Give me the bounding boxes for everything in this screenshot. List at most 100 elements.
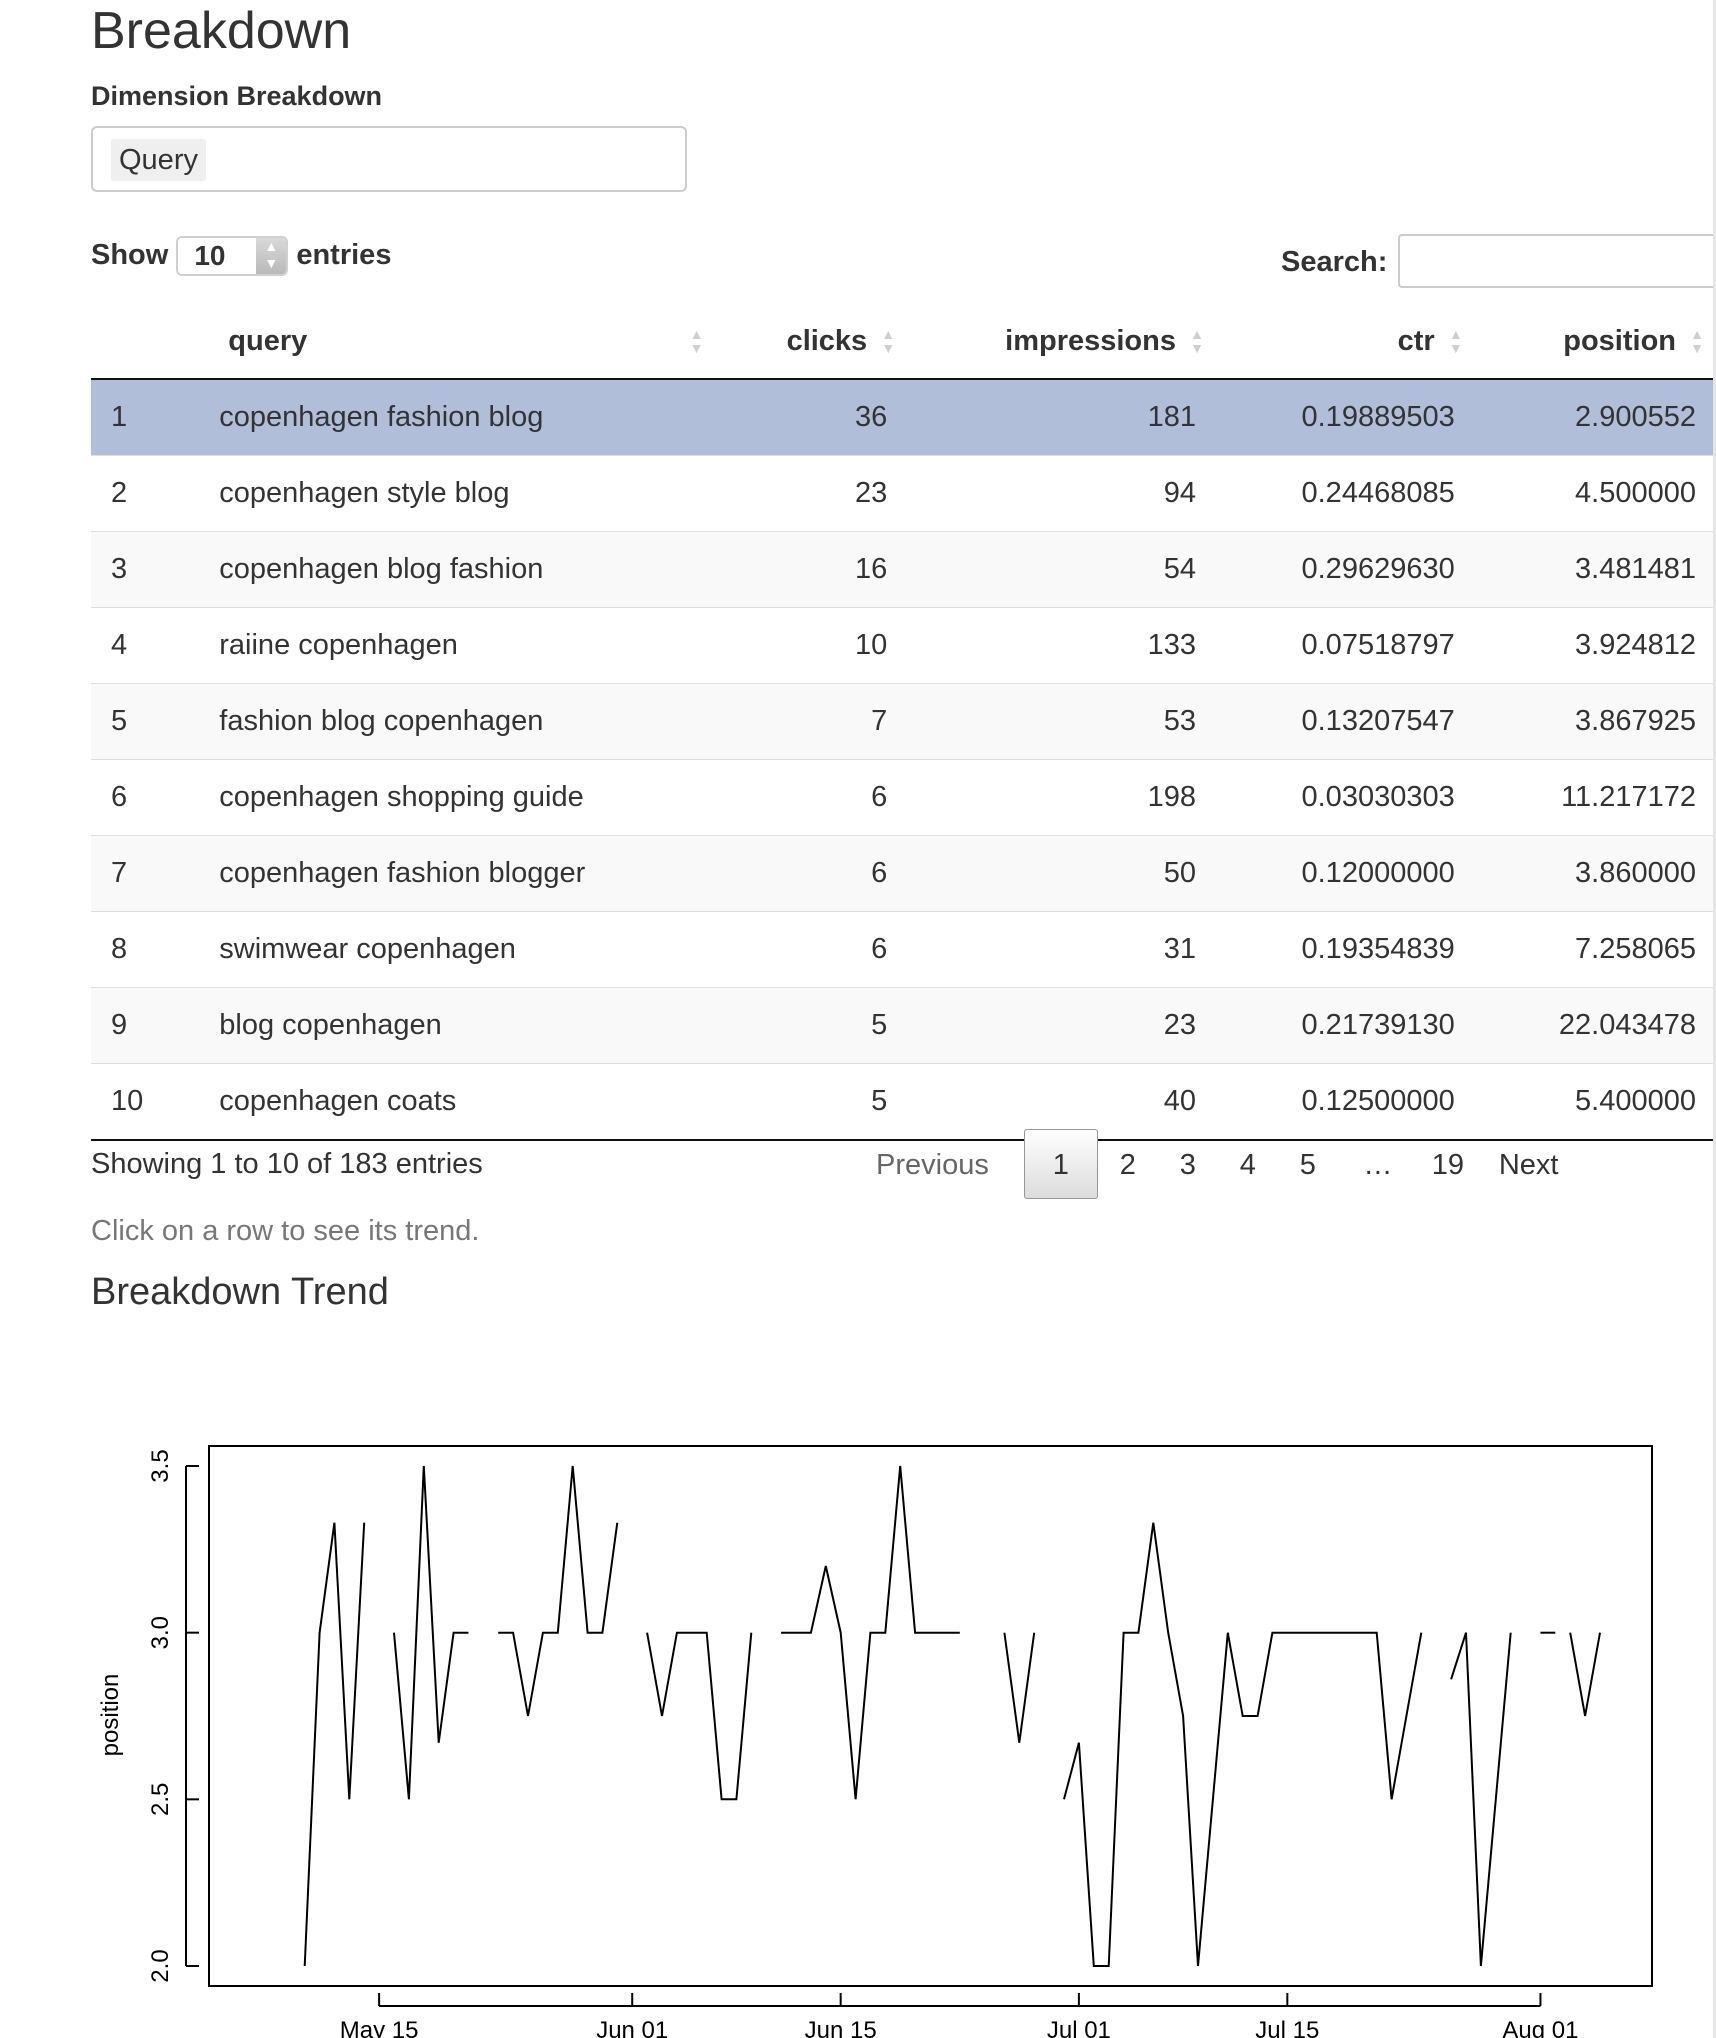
y-axis-label: position bbox=[97, 1674, 124, 1757]
row-index-cell: 7 bbox=[91, 835, 220, 912]
next-page-button[interactable]: Next bbox=[1478, 1129, 1580, 1199]
page-button-19[interactable]: 19 bbox=[1418, 1129, 1478, 1199]
column-header-position[interactable]: position ▲ ▼ bbox=[1474, 305, 1716, 380]
dimension-selected-chip[interactable]: Query bbox=[111, 139, 206, 181]
position-line-segment-8 bbox=[1450, 1632, 1512, 1967]
table-row[interactable]: 1 copenhagen fashion blog 36 181 0.19889… bbox=[91, 379, 1716, 456]
page-button-2[interactable]: 2 bbox=[1098, 1129, 1158, 1199]
table-row[interactable]: 7 copenhagen fashion blogger 6 50 0.1200… bbox=[91, 835, 1716, 912]
row-index-cell: 2 bbox=[91, 455, 220, 532]
ctr-cell: 0.19889503 bbox=[1215, 379, 1475, 456]
ctr-cell: 0.12000000 bbox=[1215, 835, 1475, 912]
clicks-cell: 6 bbox=[715, 759, 908, 836]
table-row[interactable]: 9 blog copenhagen 5 23 0.21739130 22.043… bbox=[91, 987, 1716, 1064]
row-index-cell: 4 bbox=[91, 607, 220, 684]
column-header-query[interactable]: query ▲ ▼ bbox=[219, 305, 716, 380]
x-tick-label: Jun 15 bbox=[805, 2017, 877, 2038]
sort-icon: ▲ ▼ bbox=[1690, 326, 1704, 356]
query-cell: copenhagen style blog bbox=[219, 455, 716, 532]
length-menu: Show 10 ▲ ▼ entries bbox=[91, 232, 391, 278]
table-row[interactable]: 6 copenhagen shopping guide 6 198 0.0303… bbox=[91, 759, 1716, 836]
y-tick-label: 2.5 bbox=[147, 1783, 174, 1816]
breakdown-trend-chart: 2.0 2.5 3.0 3.5 May 15 Jun 01 Jun 15 Jul 01 Jul… bbox=[97, 1445, 1653, 2038]
clicks-cell: 36 bbox=[715, 379, 908, 456]
position-cell: 3.867925 bbox=[1474, 683, 1716, 760]
ctr-cell: 0.03030303 bbox=[1215, 759, 1475, 836]
search-label: Search: bbox=[1281, 246, 1388, 278]
y-tick-label: 3.0 bbox=[147, 1616, 174, 1649]
breakdown-table: query ▲ ▼ clicks ▲ ▼ impressions ▲ ▼ ctr ▲ ▼… bbox=[91, 305, 1716, 1141]
table-row[interactable]: 4 raiine copenhagen 10 133 0.07518797 3.… bbox=[91, 607, 1716, 684]
x-tick-label: May 15 bbox=[340, 2017, 419, 2038]
impressions-cell: 198 bbox=[907, 759, 1216, 836]
query-cell: copenhagen fashion blogger bbox=[219, 835, 716, 912]
position-line-segment-3 bbox=[498, 1465, 619, 1717]
row-index-cell: 1 bbox=[91, 379, 220, 456]
row-index-cell: 8 bbox=[91, 911, 220, 988]
page-button-1[interactable]: 1 bbox=[1023, 1129, 1098, 1199]
impressions-cell: 54 bbox=[907, 531, 1216, 608]
clicks-cell: 5 bbox=[715, 987, 908, 1064]
impressions-cell: 23 bbox=[907, 987, 1216, 1064]
query-cell: copenhagen coats bbox=[219, 1063, 716, 1141]
position-line-segment-7 bbox=[1063, 1522, 1423, 1967]
ctr-cell: 0.13207547 bbox=[1215, 683, 1475, 760]
position-cell: 3.860000 bbox=[1474, 835, 1716, 912]
help-text: Click on a row to see its trend. bbox=[91, 1215, 480, 1247]
select-arrows-icon: ▲ ▼ bbox=[256, 238, 287, 275]
position-line-segment-2 bbox=[393, 1465, 469, 1800]
clicks-cell: 6 bbox=[715, 911, 908, 988]
sort-icon: ▲ ▼ bbox=[689, 326, 704, 356]
position-line-segment-6 bbox=[1003, 1632, 1036, 1743]
clicks-cell: 16 bbox=[715, 531, 908, 608]
page-button-5[interactable]: 5 bbox=[1278, 1129, 1338, 1199]
position-cell: 3.924812 bbox=[1474, 607, 1716, 684]
row-index-cell: 3 bbox=[91, 531, 220, 608]
column-header-index bbox=[91, 305, 220, 380]
table-header-row: query ▲ ▼ clicks ▲ ▼ impressions ▲ ▼ ctr ▲ ▼… bbox=[91, 305, 1716, 380]
previous-page-button[interactable]: Previous bbox=[855, 1129, 1010, 1199]
clicks-cell: 23 bbox=[715, 455, 908, 532]
column-header-label: query bbox=[228, 325, 308, 357]
table-row[interactable]: 5 fashion blog copenhagen 7 53 0.1320754… bbox=[91, 683, 1716, 760]
plot-frame bbox=[208, 1445, 1653, 1987]
query-cell: blog copenhagen bbox=[219, 987, 716, 1064]
column-header-impressions[interactable]: impressions ▲ ▼ bbox=[907, 305, 1216, 380]
dimension-breakdown-label: Dimension Breakdown bbox=[91, 81, 383, 111]
table-row[interactable]: 8 swimwear copenhagen 6 31 0.19354839 7.… bbox=[91, 911, 1716, 988]
clicks-cell: 6 bbox=[715, 835, 908, 912]
sort-icon: ▲ ▼ bbox=[1190, 326, 1204, 356]
search-input[interactable] bbox=[1398, 234, 1716, 288]
dimension-select[interactable]: Query bbox=[91, 126, 687, 192]
position-cell: 22.043478 bbox=[1474, 987, 1716, 1064]
breakdown-trend-title: Breakdown Trend bbox=[91, 1271, 389, 1313]
position-line-segment-1 bbox=[303, 1522, 366, 1967]
table-row[interactable]: 3 copenhagen blog fashion 16 54 0.296296… bbox=[91, 531, 1716, 608]
column-header-clicks[interactable]: clicks ▲ ▼ bbox=[715, 305, 908, 380]
column-header-label: position bbox=[1563, 325, 1676, 357]
page-button-3[interactable]: 3 bbox=[1158, 1129, 1218, 1199]
row-index-cell: 9 bbox=[91, 987, 220, 1064]
column-header-ctr[interactable]: ctr ▲ ▼ bbox=[1215, 305, 1475, 380]
ctr-cell: 0.24468085 bbox=[1215, 455, 1475, 532]
position-line-segment-5 bbox=[781, 1465, 960, 1800]
entries-per-page-select[interactable]: 10 ▲ ▼ bbox=[176, 236, 289, 277]
position-cell: 4.500000 bbox=[1474, 455, 1716, 532]
x-tick-label: Jun 01 bbox=[596, 2017, 668, 2038]
position-line-segment-4 bbox=[646, 1631, 753, 1801]
row-index-cell: 6 bbox=[91, 759, 220, 836]
sort-icon: ▲ ▼ bbox=[881, 326, 896, 356]
x-tick-label: Aug 01 bbox=[1502, 2017, 1578, 2038]
ctr-cell: 0.29629630 bbox=[1215, 531, 1475, 608]
table-row[interactable]: 2 copenhagen style blog 23 94 0.24468085… bbox=[91, 455, 1716, 532]
query-cell: copenhagen blog fashion bbox=[219, 531, 716, 608]
position-cell: 11.217172 bbox=[1474, 759, 1716, 836]
position-cell: 2.900552 bbox=[1474, 379, 1716, 456]
clicks-cell: 10 bbox=[715, 607, 908, 684]
page-button-4[interactable]: 4 bbox=[1218, 1129, 1278, 1199]
sort-icon: ▲ ▼ bbox=[1448, 326, 1463, 356]
ctr-cell: 0.07518797 bbox=[1215, 607, 1475, 684]
row-index-cell: 10 bbox=[91, 1063, 220, 1141]
pagination: Previous 1 2 3 4 5 … 19 Next bbox=[855, 1128, 1579, 1200]
impressions-cell: 94 bbox=[907, 455, 1216, 532]
